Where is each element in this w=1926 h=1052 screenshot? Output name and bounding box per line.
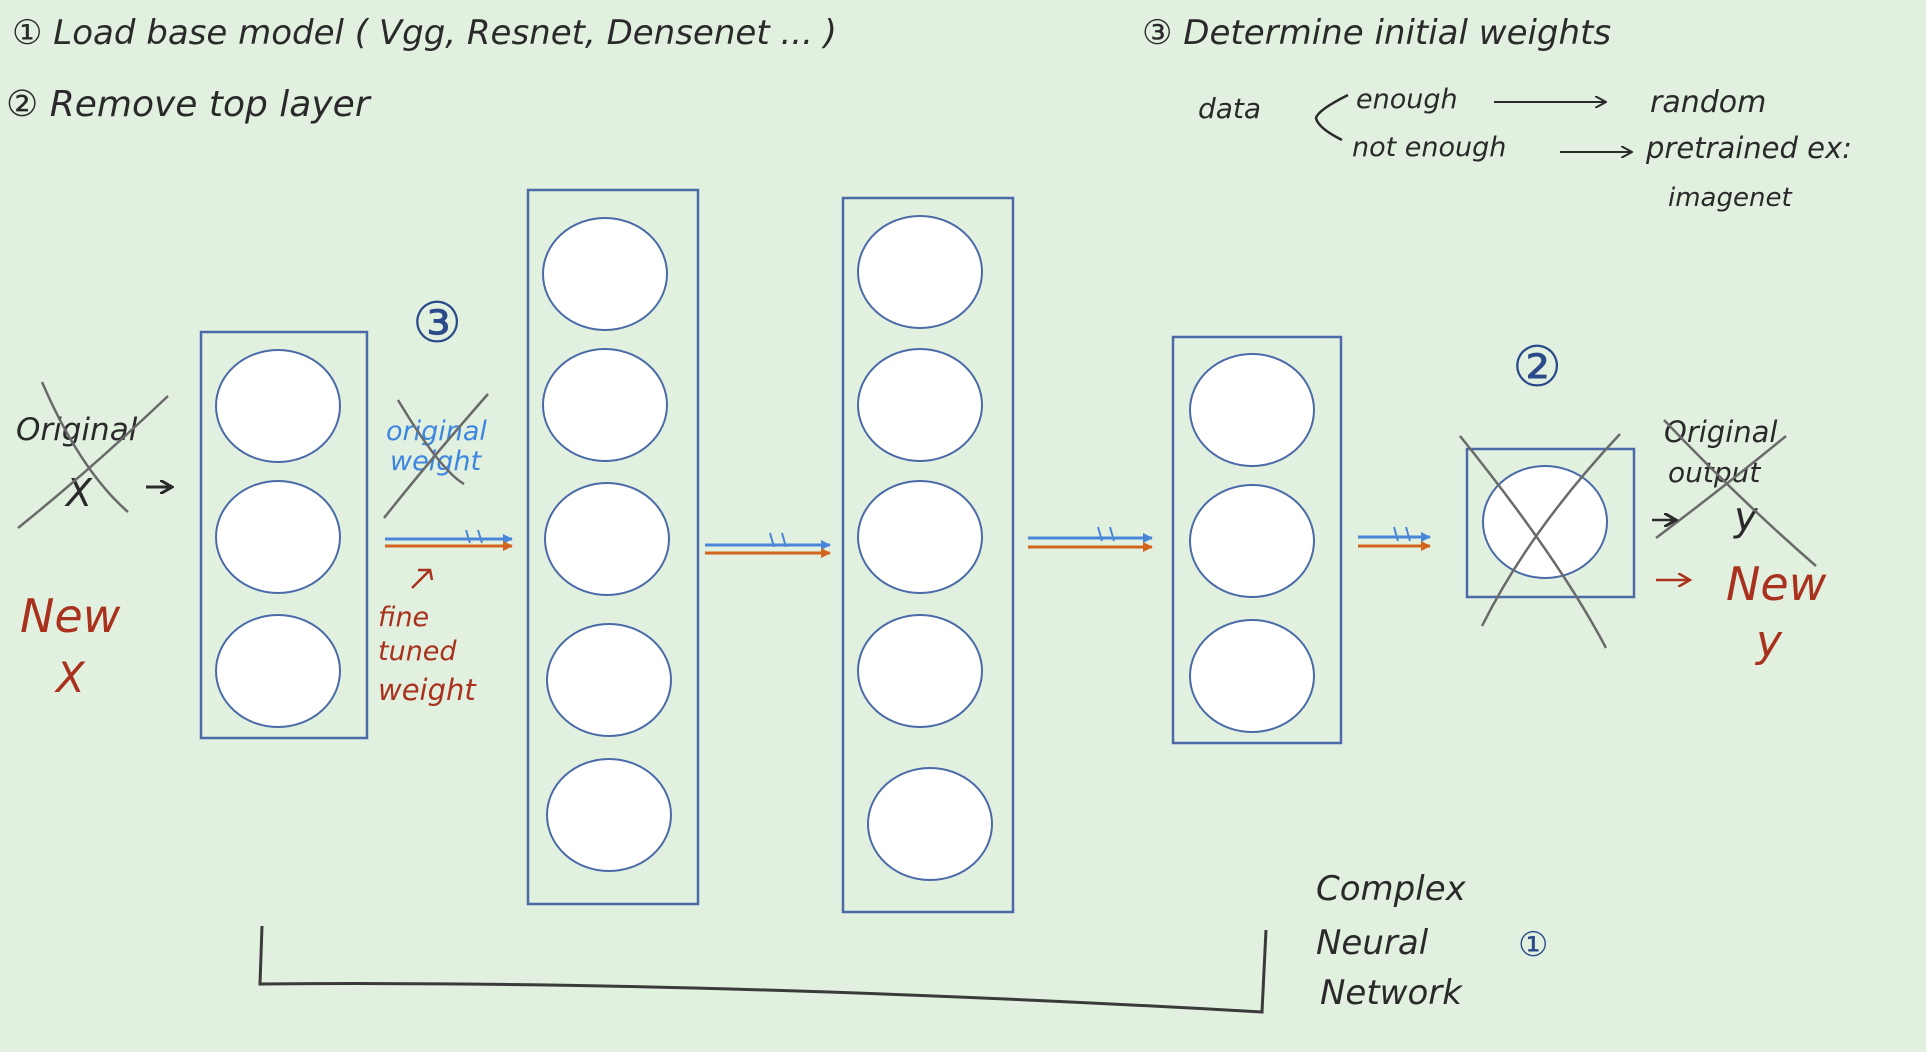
pretrained-label: pretrained ex: xyxy=(1645,131,1852,165)
neuron-node xyxy=(546,623,672,737)
input-new-label: New xyxy=(20,589,121,643)
output-new-y: y xyxy=(1754,616,1783,667)
neuron-node xyxy=(215,349,341,463)
imagenet-label: imagenet xyxy=(1668,183,1792,213)
not-enough-label: not enough xyxy=(1352,132,1506,163)
arrow-pair-3 xyxy=(1028,526,1153,552)
layer-3 xyxy=(841,196,1015,914)
step2-marker: ② xyxy=(1512,335,1562,400)
step3-text: ③ Determine initial weights xyxy=(1142,13,1611,53)
neuron-node xyxy=(215,480,341,594)
arrow-pair-1 xyxy=(385,529,513,551)
fine-tuned-pointer-arrow xyxy=(411,568,434,589)
neuron-node xyxy=(857,614,983,728)
branch-brace xyxy=(1314,93,1349,142)
original-weight-label-2: weight xyxy=(390,446,482,477)
fine-tuned-label-1: fine xyxy=(378,602,429,633)
step1-text: ① Load base model ( Vgg, Resnet, Densene… xyxy=(12,13,837,53)
fine-tuned-label-3: weight xyxy=(378,673,477,707)
neuron-node xyxy=(1189,484,1315,598)
output-layer xyxy=(1459,433,1636,649)
network-bracket xyxy=(258,925,1268,1014)
step1-marker: ① xyxy=(1518,925,1548,965)
neuron-node xyxy=(857,348,983,462)
layer-2 xyxy=(526,188,700,906)
neuron-node xyxy=(544,482,670,596)
skip-mark xyxy=(1393,526,1411,542)
arrow-pair-4 xyxy=(1358,526,1431,551)
neuron-node xyxy=(542,348,668,462)
neuron-node xyxy=(546,758,672,872)
input-new-x: X xyxy=(54,653,86,702)
transfer-learning-diagram: ① Load base model ( Vgg, Resnet, Densene… xyxy=(6,13,1852,1014)
original-weight-label-1: original xyxy=(386,416,487,447)
network-label-2: Neural xyxy=(1316,923,1429,963)
neuron-node xyxy=(857,480,983,594)
neuron-node xyxy=(857,215,983,329)
enough-label: enough xyxy=(1356,84,1458,115)
skip-mark xyxy=(465,529,483,544)
neuron-node xyxy=(542,217,668,331)
output-new-label: New xyxy=(1726,557,1827,611)
network-label-3: Network xyxy=(1320,973,1463,1013)
layer-4 xyxy=(1171,335,1343,745)
step2-text: ② Remove top layer xyxy=(6,84,372,125)
network-label-1: Complex xyxy=(1316,869,1467,909)
neuron-node xyxy=(867,767,993,881)
step3-marker: ③ xyxy=(412,291,462,356)
neuron-node xyxy=(1189,619,1315,733)
data-label: data xyxy=(1198,92,1261,125)
output-original-label: Original xyxy=(1664,415,1777,449)
layer-1 xyxy=(199,330,369,740)
fine-tuned-label-2: tuned xyxy=(378,636,457,667)
neuron-node xyxy=(1189,353,1315,467)
neuron-node xyxy=(215,614,341,728)
random-label: random xyxy=(1650,85,1766,120)
arrow-pair-2 xyxy=(705,532,831,558)
